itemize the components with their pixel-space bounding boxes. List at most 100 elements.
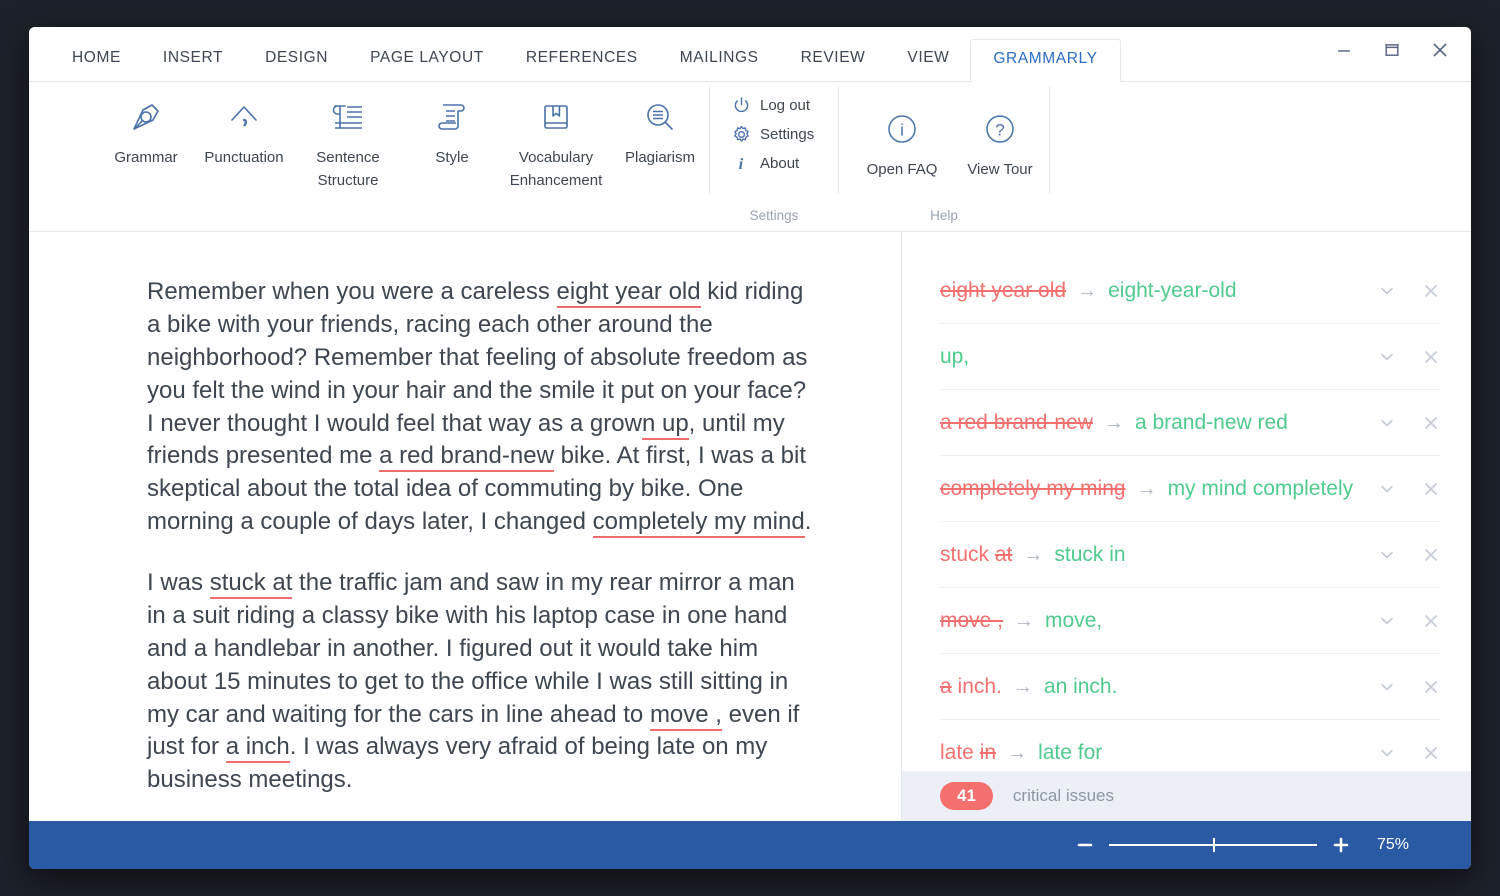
- expand-card-button[interactable]: [1377, 611, 1397, 631]
- suggestion-text: a red brand-new → a brand-new red: [940, 411, 1363, 435]
- menu-item-settings[interactable]: Settings: [732, 125, 838, 144]
- minus-icon: [1077, 843, 1093, 847]
- suggestion-card-buttons: [1363, 347, 1441, 367]
- ribbon-label: Punctuation: [204, 149, 284, 166]
- ribbon-button-punctuation[interactable]: Punctuation: [195, 82, 293, 170]
- ribbon-button-style[interactable]: Style: [403, 82, 501, 170]
- document-text: Remember when you were a careless: [147, 278, 557, 305]
- ribbon-button-grammar[interactable]: Grammar: [97, 82, 195, 170]
- expand-card-button[interactable]: [1377, 347, 1397, 367]
- tab-mailings[interactable]: MAILINGS: [659, 49, 780, 81]
- grammarly-suggestions-panel: eight year old → eight-year-old up, a red br…: [901, 232, 1471, 821]
- suggestion-text: stuck at → stuck in: [940, 543, 1363, 567]
- scroll-icon: [433, 94, 471, 140]
- arrow-icon: →: [1077, 279, 1098, 302]
- suggestion-card[interactable]: a red brand-new → a brand-new red: [940, 390, 1441, 456]
- expand-card-button[interactable]: [1377, 677, 1397, 697]
- suggestion-new-text: an inch.: [1043, 674, 1118, 698]
- ribbon-label: Plagiarism: [624, 149, 696, 166]
- suggestion-card-buttons: [1363, 677, 1441, 697]
- dismiss-card-button[interactable]: [1421, 347, 1441, 367]
- zoom-slider-thumb[interactable]: [1213, 838, 1215, 852]
- suggestion-card[interactable]: late in → late for: [940, 720, 1441, 771]
- menu-item-about[interactable]: i About: [732, 154, 838, 173]
- application-body: Remember when you were a careless eight …: [29, 232, 1471, 821]
- dismiss-card-button[interactable]: [1421, 281, 1441, 301]
- suggestion-old-text: a red brand-new: [940, 410, 1093, 434]
- menu-item-label: Log out: [760, 97, 811, 114]
- ribbon-button-view-tour[interactable]: ? View Tour: [951, 94, 1049, 182]
- tab-view[interactable]: VIEW: [886, 49, 970, 81]
- zoom-out-button[interactable]: [1075, 835, 1095, 855]
- dismiss-card-button[interactable]: [1421, 545, 1441, 565]
- dismiss-card-button[interactable]: [1421, 479, 1441, 499]
- dismiss-card-button[interactable]: [1421, 677, 1441, 697]
- document-paragraph-2: I was stuck at the traffic jam and saw i…: [147, 567, 815, 797]
- suggestion-card[interactable]: eight year old → eight-year-old: [940, 258, 1441, 324]
- suggestion-text: completely my ming → my mind completely: [940, 477, 1363, 501]
- close-icon: [1425, 416, 1437, 429]
- zoom-in-button[interactable]: [1331, 835, 1351, 855]
- suggestion-card[interactable]: a inch. → an inch.: [940, 654, 1441, 720]
- suggestion-card[interactable]: completely my ming → my mind completely: [940, 456, 1441, 522]
- svg-text:i: i: [900, 121, 904, 140]
- ribbon-divider: [1049, 86, 1050, 194]
- minimize-icon: [1338, 50, 1350, 52]
- critical-issues-status: 41 critical issues: [902, 771, 1471, 821]
- minimize-button[interactable]: [1331, 37, 1357, 63]
- magnifier-text-icon: [641, 94, 679, 140]
- ribbon-label: Open FAQ: [866, 161, 938, 178]
- tab-home[interactable]: HOME: [51, 49, 142, 81]
- ribbon-button-sentence-structure[interactable]: Sentence Structure: [293, 82, 403, 193]
- desktop-background: HOME INSERT DESIGN PAGE LAYOUT REFERENCE…: [0, 0, 1500, 896]
- document-canvas[interactable]: Remember when you were a careless eight …: [29, 232, 901, 821]
- arrow-icon: →: [1007, 741, 1028, 764]
- ribbon-tab-bar: HOME INSERT DESIGN PAGE LAYOUT REFERENCE…: [29, 27, 1471, 82]
- help-group-caption: Help: [930, 208, 958, 223]
- suggestion-text: up,: [940, 345, 1363, 369]
- document-text: .: [804, 508, 812, 536]
- ribbon-label: Grammar: [114, 149, 178, 166]
- tab-design[interactable]: DESIGN: [244, 49, 349, 81]
- tab-grammarly[interactable]: GRAMMARLY: [970, 39, 1121, 82]
- pen-nib-icon: [127, 94, 165, 140]
- dismiss-card-button[interactable]: [1421, 611, 1441, 631]
- flagged-text: completely my mind: [592, 508, 805, 539]
- document-text: I was: [147, 569, 210, 596]
- suggestion-card[interactable]: stuck at → stuck in: [940, 522, 1441, 588]
- ribbon-settings-group: Log out Settings i About Settings: [710, 82, 838, 231]
- gear-icon: [734, 125, 749, 142]
- expand-card-button[interactable]: [1377, 545, 1397, 565]
- expand-card-button[interactable]: [1377, 479, 1397, 499]
- dismiss-card-button[interactable]: [1421, 413, 1441, 433]
- dismiss-card-button[interactable]: [1421, 743, 1441, 763]
- ribbon-button-open-faq[interactable]: i Open FAQ: [853, 94, 951, 182]
- maximize-button[interactable]: [1379, 37, 1405, 63]
- suggestion-text: a inch. → an inch.: [940, 675, 1363, 699]
- close-button[interactable]: [1427, 37, 1453, 63]
- suggestion-card[interactable]: move , → move,: [940, 588, 1441, 654]
- tab-review[interactable]: REVIEW: [780, 49, 887, 81]
- suggestion-old-text: eight year old: [940, 278, 1067, 302]
- status-bar: 75%: [29, 821, 1471, 869]
- suggestion-card[interactable]: up,: [940, 324, 1441, 390]
- flagged-text: a red brand-new: [379, 442, 554, 473]
- zoom-slider[interactable]: [1109, 838, 1317, 852]
- suggestion-card-buttons: [1363, 611, 1441, 631]
- ribbon-button-vocabulary-enhancement[interactable]: Vocabulary Enhancement: [501, 82, 611, 193]
- ribbon-button-plagiarism[interactable]: Plagiarism: [611, 82, 709, 170]
- expand-card-button[interactable]: [1377, 743, 1397, 763]
- chevron-down-icon: [1381, 353, 1393, 360]
- close-icon: [1425, 284, 1437, 297]
- tab-page-layout[interactable]: PAGE LAYOUT: [349, 49, 505, 81]
- close-icon: [1425, 350, 1437, 363]
- tab-insert[interactable]: INSERT: [142, 49, 244, 81]
- suggestion-card-buttons: [1363, 413, 1441, 433]
- tab-references[interactable]: REFERENCES: [505, 49, 659, 81]
- power-icon: [734, 97, 749, 113]
- chevron-down-icon: [1381, 749, 1393, 756]
- menu-item-log-out[interactable]: Log out: [732, 96, 838, 115]
- expand-card-button[interactable]: [1377, 281, 1397, 301]
- chevron-down-icon: [1381, 287, 1393, 294]
- expand-card-button[interactable]: [1377, 413, 1397, 433]
